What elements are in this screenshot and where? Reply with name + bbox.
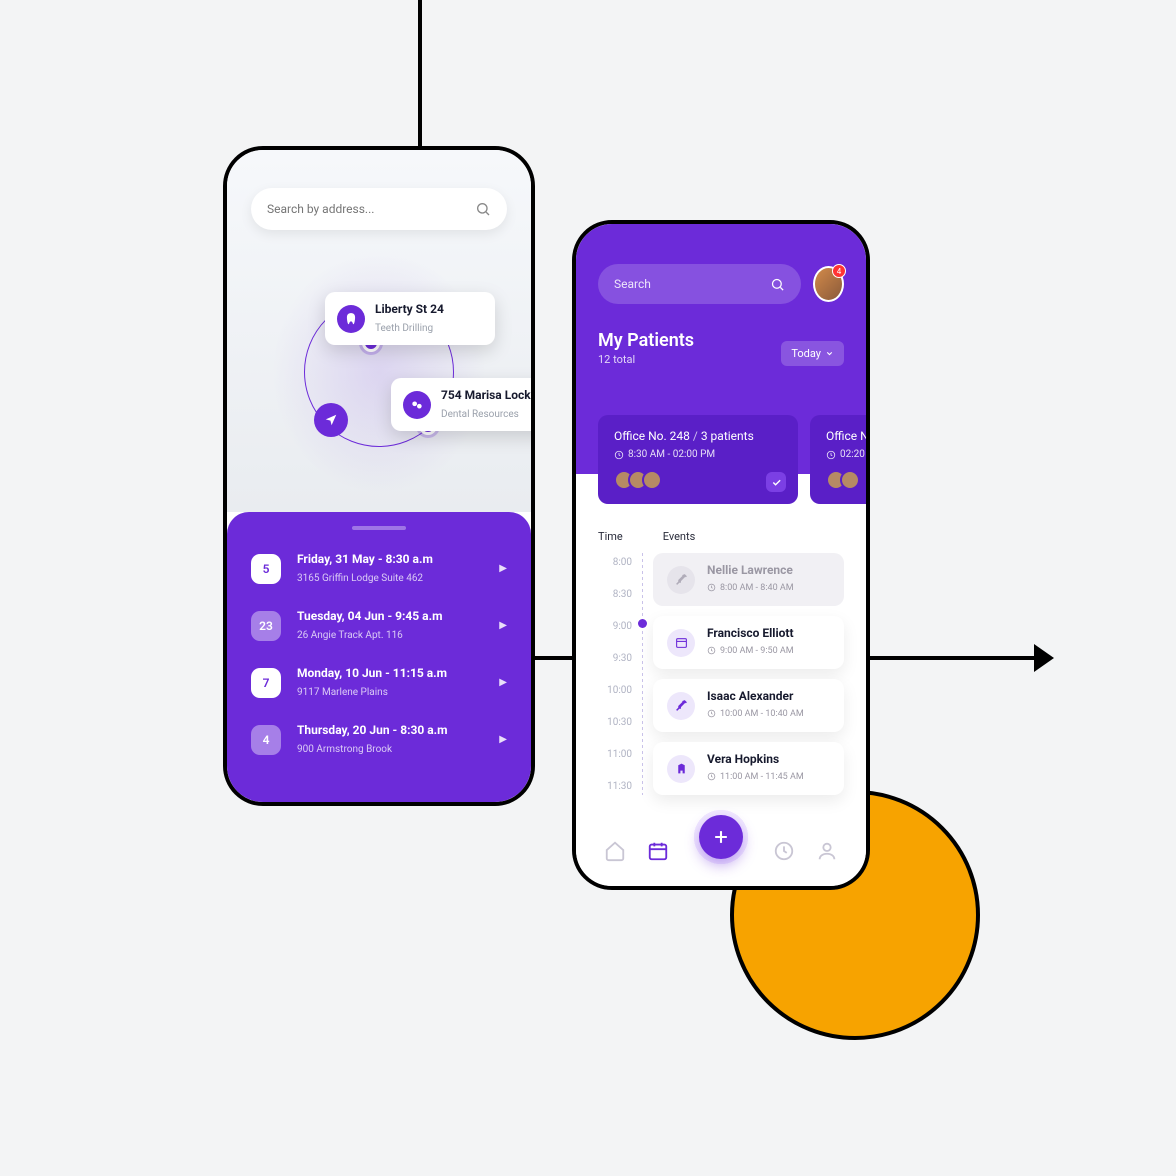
office-patients: 3 patients — [701, 429, 754, 443]
search-icon — [475, 201, 491, 217]
event-name: Vera Hopkins — [707, 752, 804, 766]
appointment-title: Friday, 31 May - 8:30 a.m — [297, 552, 483, 566]
nav-home[interactable] — [604, 840, 626, 862]
search-bar[interactable] — [598, 264, 801, 304]
building-icon — [667, 755, 695, 783]
appointment-row[interactable]: 7 Monday, 10 Jun - 11:15 a.m 9117 Marlene … — [227, 654, 531, 711]
time-label: 8:30 — [598, 589, 632, 600]
add-button[interactable] — [699, 815, 743, 859]
office-name: Office No. 248 — [614, 429, 690, 443]
search-bar[interactable] — [251, 188, 507, 230]
drag-handle-icon[interactable] — [352, 526, 406, 530]
timeline-line — [642, 553, 643, 795]
timeline-section: Time Events 8:00 8:30 9:00 9:30 10:00 10:30 11… — [576, 474, 866, 814]
filter-dropdown[interactable]: Today — [781, 341, 844, 366]
nav-calendar[interactable] — [647, 840, 669, 862]
time-label: 9:00 — [598, 621, 632, 632]
syringe-icon — [667, 692, 695, 720]
fab-wrap — [689, 805, 753, 869]
calendar-icon — [647, 840, 669, 862]
appointment-sub: 9117 Marlene Plains — [297, 687, 388, 698]
day-badge: 5 — [251, 554, 281, 584]
appointment-sub: 3165 Griffin Lodge Suite 462 — [297, 573, 423, 584]
event-time: 11:00 AM - 11:45 AM — [707, 772, 804, 782]
nav-history[interactable] — [773, 840, 795, 862]
callout-sub: Teeth Drilling — [375, 323, 433, 334]
search-input[interactable] — [267, 202, 475, 216]
map-callout[interactable]: 754 Marisa Lock Dental Resources — [391, 378, 535, 431]
user-icon — [816, 840, 838, 862]
event-card[interactable]: Vera Hopkins 11:00 AM - 11:45 AM — [653, 742, 844, 795]
page-title: My Patients — [598, 330, 694, 351]
time-label: 9:30 — [598, 653, 632, 664]
clock-icon — [614, 450, 624, 460]
plus-icon — [711, 827, 731, 847]
callout-title: Liberty St 24 — [375, 302, 444, 316]
current-location-icon[interactable] — [314, 403, 348, 437]
header: 4 My Patients 12 total Today Office No. … — [576, 224, 866, 474]
chevron-right-icon: ▶ — [499, 734, 507, 745]
appointment-title: Thursday, 20 Jun - 8:30 a.m — [297, 723, 483, 737]
home-icon — [604, 840, 626, 862]
avatar[interactable]: 4 — [813, 266, 844, 302]
arrow-icon — [1034, 644, 1054, 672]
time-label: 10:00 — [598, 685, 632, 696]
appointment-title: Monday, 10 Jun - 11:15 a.m — [297, 666, 483, 680]
day-badge: 23 — [251, 611, 281, 641]
page-subtitle: 12 total — [598, 353, 694, 366]
time-labels: 8:00 8:30 9:00 9:30 10:00 10:30 11:00 11:30 — [598, 553, 632, 795]
event-name: Nellie Lawrence — [707, 563, 794, 577]
appointment-sub: 26 Angie Track Apt. 116 — [297, 630, 403, 641]
callout-sub: Dental Resources — [441, 409, 519, 420]
chevron-right-icon: ▶ — [499, 620, 507, 631]
event-time: 8:00 AM - 8:40 AM — [707, 583, 794, 593]
bottom-nav — [576, 816, 866, 886]
time-label: 10:30 — [598, 717, 632, 728]
calendar-icon — [667, 629, 695, 657]
tooth-icon — [337, 305, 365, 333]
map-area[interactable]: Liberty St 24 Teeth Drilling 754 Marisa … — [227, 150, 531, 512]
phone-patients: 4 My Patients 12 total Today Office No. … — [572, 220, 870, 890]
chevron-right-icon: ▶ — [499, 677, 507, 688]
day-badge: 7 — [251, 668, 281, 698]
time-label: 11:30 — [598, 781, 632, 792]
radar-overlay: Liberty St 24 Teeth Drilling 754 Marisa … — [259, 238, 499, 506]
chevron-right-icon: ▶ — [499, 563, 507, 574]
clock-icon — [826, 450, 836, 460]
pills-icon — [403, 391, 431, 419]
time-label: 11:00 — [598, 749, 632, 760]
map-callout[interactable]: Liberty St 24 Teeth Drilling — [325, 292, 495, 345]
event-time: 9:00 AM - 9:50 AM — [707, 646, 794, 656]
office-name: Office N — [826, 429, 869, 443]
event-time: 10:00 AM - 10:40 AM — [707, 709, 804, 719]
appointments-sheet[interactable]: 5 Friday, 31 May - 8:30 a.m 3165 Griffin L… — [227, 512, 531, 802]
event-card[interactable]: Nellie Lawrence 8:00 AM - 8:40 AM — [653, 553, 844, 606]
office-time: 8:30 AM - 02:00 PM — [628, 449, 715, 460]
office-time: 02:20 — [840, 449, 865, 460]
col-time: Time — [598, 530, 623, 543]
event-name: Francisco Elliott — [707, 626, 794, 640]
appointment-title: Tuesday, 04 Jun - 9:45 a.m — [297, 609, 483, 623]
event-card[interactable]: Francisco Elliott 9:00 AM - 9:50 AM — [653, 616, 844, 669]
search-icon — [770, 277, 785, 292]
notification-badge: 4 — [832, 264, 846, 278]
syringe-icon — [667, 566, 695, 594]
appointment-sub: 900 Armstrong Brook — [297, 744, 392, 755]
now-indicator — [638, 619, 647, 628]
clock-icon — [773, 840, 795, 862]
appointment-row[interactable]: 5 Friday, 31 May - 8:30 a.m 3165 Griffin L… — [227, 540, 531, 597]
time-label: 8:00 — [598, 557, 632, 568]
nav-profile[interactable] — [816, 840, 838, 862]
col-events: Events — [663, 530, 696, 543]
chevron-down-icon — [825, 349, 834, 358]
callout-title: 754 Marisa Lock — [441, 388, 531, 402]
search-input[interactable] — [614, 277, 770, 291]
event-card[interactable]: Isaac Alexander 10:00 AM - 10:40 AM — [653, 679, 844, 732]
event-name: Isaac Alexander — [707, 689, 804, 703]
day-badge: 4 — [251, 725, 281, 755]
appointment-row[interactable]: 23 Tuesday, 04 Jun - 9:45 a.m 26 Angie Tra… — [227, 597, 531, 654]
filter-label: Today — [791, 347, 821, 360]
phone-map: Liberty St 24 Teeth Drilling 754 Marisa … — [223, 146, 535, 806]
appointment-row[interactable]: 4 Thursday, 20 Jun - 8:30 a.m 900 Armstron… — [227, 711, 531, 768]
